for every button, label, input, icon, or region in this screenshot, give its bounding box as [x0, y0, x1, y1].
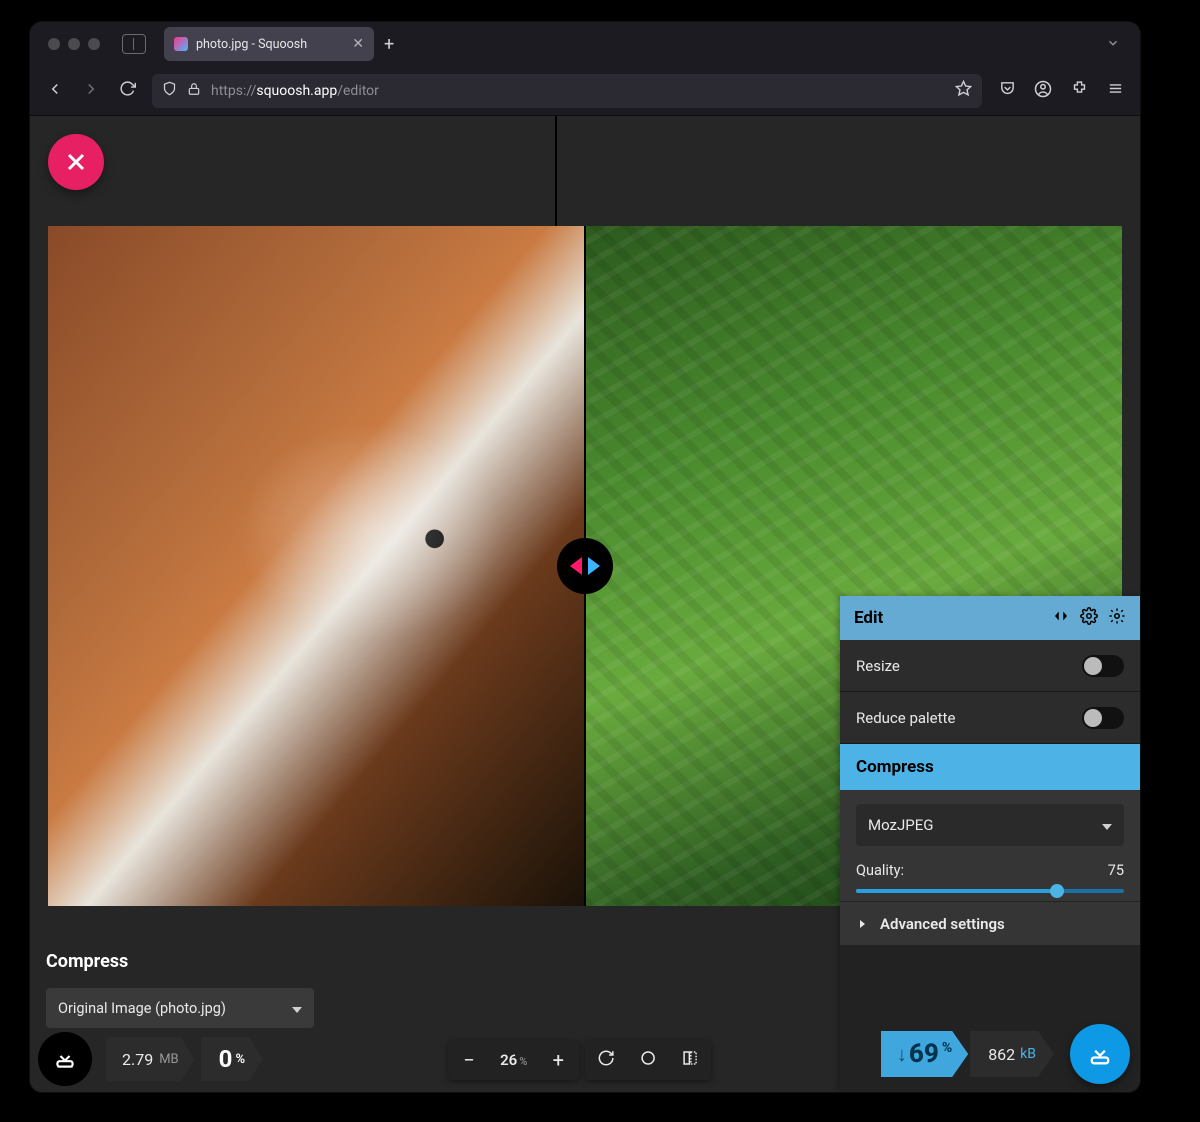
bookmark-icon[interactable] — [955, 80, 972, 101]
advanced-settings-toggle[interactable]: Advanced settings — [840, 901, 1140, 945]
right-reduction-chip: ↓ 69 % — [881, 1031, 968, 1077]
close-icon — [64, 150, 88, 174]
download-icon — [1086, 1040, 1114, 1068]
reduce-palette-row: Reduce palette — [840, 692, 1140, 744]
quality-slider[interactable] — [856, 889, 1124, 893]
tab-title: photo.jpg - Squoosh — [196, 37, 307, 52]
extensions-icon[interactable] — [1068, 80, 1090, 101]
reduce-palette-label: Reduce palette — [856, 709, 955, 727]
reduce-palette-toggle[interactable] — [1082, 707, 1124, 729]
left-section-header: Compress — [30, 941, 330, 978]
chevron-down-icon — [1102, 816, 1112, 834]
right-size-unit: kB — [1020, 1046, 1036, 1062]
quality-slider-thumb[interactable] — [1050, 884, 1064, 898]
compress-body: MozJPEG Quality: 75 — [840, 790, 1140, 901]
left-size-value: 2.79 — [122, 1050, 153, 1069]
traffic-zoom-icon[interactable] — [88, 38, 100, 50]
zoom-toolbar: − 26% + — [448, 1040, 711, 1080]
url-bar[interactable]: https://squoosh.app/editor — [152, 74, 982, 108]
forward-button[interactable] — [80, 80, 102, 102]
right-edit-panel: Edit Resize Reduce palet — [840, 596, 1140, 1092]
browser-tab[interactable]: photo.jpg - Squoosh ✕ — [164, 27, 374, 61]
quality-slider-track — [856, 889, 1057, 893]
reload-button[interactable] — [116, 80, 138, 101]
pocket-icon[interactable] — [996, 80, 1018, 101]
right-size-value: 862 — [988, 1045, 1015, 1064]
resize-row: Resize — [840, 640, 1140, 692]
left-codec-select[interactable]: Original Image (photo.jpg) — [46, 988, 314, 1028]
copy-settings-icon[interactable] — [1080, 607, 1098, 630]
left-stats: 2.79 MB 0 % — [38, 1032, 263, 1086]
left-reduction-chip: 0 % — [201, 1037, 263, 1081]
download-right-button[interactable] — [1070, 1024, 1130, 1084]
advanced-settings-label: Advanced settings — [880, 915, 1005, 933]
right-stats: ↓ 69 % 862 kB — [881, 1024, 1130, 1084]
chevron-right-icon — [856, 918, 868, 930]
app-content: Compress Original Image (photo.jpg) 2.79… — [30, 116, 1140, 1092]
zoom-out-button[interactable]: − — [448, 1040, 490, 1080]
compare-handle[interactable] — [557, 538, 613, 594]
left-reduction-value: 0 — [219, 1045, 233, 1073]
right-reduction-unit: % — [942, 1040, 952, 1056]
chevron-down-icon — [292, 1000, 302, 1017]
left-size-unit: MB — [159, 1052, 178, 1067]
browser-toolbar: https://squoosh.app/editor — [30, 66, 1140, 116]
zoom-in-button[interactable]: + — [537, 1040, 579, 1080]
left-size-chip: 2.79 MB — [106, 1037, 195, 1081]
traffic-close-icon[interactable] — [48, 38, 60, 50]
resize-toggle[interactable] — [1082, 655, 1124, 677]
right-reduction-value: 69 — [909, 1039, 939, 1069]
new-tab-button[interactable]: + — [384, 34, 394, 55]
tracking-protection-icon[interactable] — [162, 81, 177, 100]
reset-settings-icon[interactable] — [1108, 607, 1126, 630]
traffic-minimize-icon[interactable] — [68, 38, 80, 50]
original-image-preview — [48, 226, 585, 906]
browser-window: photo.jpg - Squoosh ✕ + https://squoosh.… — [30, 22, 1140, 1092]
back-button[interactable] — [44, 80, 66, 102]
window-controls[interactable] — [48, 38, 100, 50]
swap-sides-icon[interactable] — [1052, 607, 1070, 630]
quality-label: Quality: — [856, 862, 904, 879]
right-codec-value: MozJPEG — [868, 816, 933, 834]
tab-strip: photo.jpg - Squoosh ✕ + — [30, 22, 1140, 66]
url-text: https://squoosh.app/editor — [211, 83, 945, 99]
compare-divider — [555, 116, 557, 226]
background-toggle-button[interactable] — [627, 1040, 669, 1080]
download-icon — [52, 1046, 78, 1072]
left-reduction-unit: % — [235, 1052, 245, 1067]
tabs-dropdown-icon[interactable] — [1106, 35, 1120, 54]
account-icon[interactable] — [1032, 80, 1054, 102]
flip-button[interactable] — [669, 1040, 711, 1080]
close-editor-button[interactable] — [48, 134, 104, 190]
compress-section-header: Compress — [840, 744, 1140, 790]
zoom-value: 26% — [490, 1051, 537, 1069]
sidebar-toggle-icon[interactable] — [122, 34, 146, 54]
rotate-button[interactable] — [585, 1040, 627, 1080]
quality-value: 75 — [1108, 862, 1124, 879]
right-size-chip: 862 kB — [970, 1031, 1054, 1077]
edit-header: Edit — [840, 596, 1140, 640]
app-menu-icon[interactable] — [1104, 80, 1126, 101]
left-codec-value: Original Image (photo.jpg) — [58, 1000, 226, 1017]
tab-close-icon[interactable]: ✕ — [352, 36, 364, 52]
resize-label: Resize — [856, 657, 900, 675]
download-left-button[interactable] — [38, 1032, 92, 1086]
edit-header-label: Edit — [854, 608, 883, 628]
left-compress-panel: Compress Original Image (photo.jpg) — [30, 941, 330, 1042]
right-codec-select[interactable]: MozJPEG — [856, 804, 1124, 846]
tab-favicon-icon — [174, 37, 188, 51]
lock-icon[interactable] — [187, 82, 201, 100]
down-arrow-icon: ↓ — [897, 1042, 907, 1067]
